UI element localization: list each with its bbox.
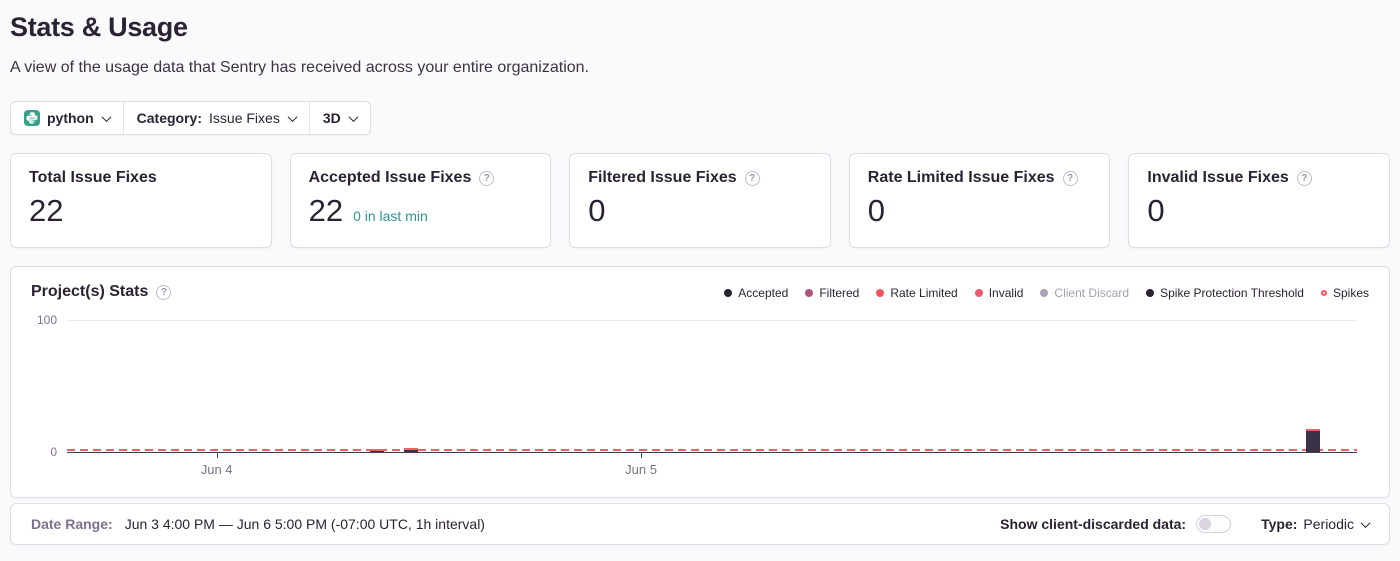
legend-item[interactable]: Filtered xyxy=(805,286,859,300)
stats-usage-page: Stats & Usage A view of the usage data t… xyxy=(0,0,1400,545)
help-icon[interactable] xyxy=(1063,171,1078,186)
stat-card-last-min: 0 in last min xyxy=(353,208,428,224)
x-axis-tick-mark xyxy=(217,453,218,458)
x-axis-tick-mark xyxy=(641,453,642,458)
legend-dot-icon xyxy=(1146,289,1154,297)
legend-label: Accepted xyxy=(738,286,788,300)
legend-label: Spikes xyxy=(1333,286,1369,300)
stat-card-value: 0 xyxy=(1147,194,1164,228)
stat-card-total: Total Issue Fixes 22 xyxy=(10,153,272,248)
stat-card-accepted: Accepted Issue Fixes 22 0 in last min xyxy=(290,153,552,248)
legend-item[interactable]: Accepted xyxy=(724,286,788,300)
stat-card-value: 22 xyxy=(29,194,63,228)
help-icon[interactable] xyxy=(156,285,171,300)
chart-title: Project(s) Stats xyxy=(31,283,148,301)
category-filter-dropdown[interactable]: Category: Issue Fixes xyxy=(124,102,310,134)
project-filter-label: python xyxy=(47,110,94,126)
legend-item[interactable]: Spikes xyxy=(1321,286,1369,300)
legend-label: Invalid xyxy=(989,286,1024,300)
legend-dot-icon xyxy=(724,289,732,297)
legend-dot-icon xyxy=(1040,289,1048,297)
stat-card-label: Total Issue Fixes xyxy=(29,169,157,187)
python-icon xyxy=(24,110,40,126)
plot-area[interactable]: 100 0 Jun 4Jun 5 xyxy=(67,320,1357,453)
help-icon[interactable] xyxy=(745,171,760,186)
legend-label: Client Discard xyxy=(1054,286,1129,300)
help-icon[interactable] xyxy=(1297,171,1312,186)
stat-card-label: Invalid Issue Fixes xyxy=(1147,169,1288,187)
x-axis-tick-label: Jun 4 xyxy=(201,462,233,477)
stat-card-invalid: Invalid Issue Fixes 0 xyxy=(1128,153,1390,248)
project-filter-dropdown[interactable]: python xyxy=(11,102,124,134)
x-axis-line xyxy=(67,452,1357,453)
legend-label: Filtered xyxy=(819,286,859,300)
category-filter-label: Category: xyxy=(137,110,202,126)
page-title: Stats & Usage xyxy=(10,12,1390,43)
date-range-filter-dropdown[interactable]: 3D xyxy=(310,102,370,134)
legend-dot-icon xyxy=(975,289,983,297)
spike-protection-threshold-line xyxy=(67,449,1357,451)
toggle-knob-icon xyxy=(1199,518,1211,530)
legend-label: Spike Protection Threshold xyxy=(1160,286,1304,300)
stat-card-label: Accepted Issue Fixes xyxy=(309,169,472,187)
chart-legend: Accepted Filtered Rate Limited Invalid Clien… xyxy=(724,286,1369,300)
legend-item[interactable]: Client Discard xyxy=(1040,286,1129,300)
client-discard-toggle[interactable] xyxy=(1196,515,1231,533)
x-axis-tick-label: Jun 5 xyxy=(625,462,657,477)
chevron-down-icon xyxy=(287,112,297,122)
stat-cards-row: Total Issue Fixes 22 Accepted Issue Fixe… xyxy=(10,153,1390,248)
legend-dot-icon xyxy=(1321,290,1327,296)
type-dropdown[interactable]: Type: Periodic xyxy=(1261,516,1369,532)
stat-card-value: 0 xyxy=(868,194,885,228)
stat-card-value: 0 xyxy=(588,194,605,228)
accepted-bar xyxy=(404,448,418,452)
stat-card-value: 22 xyxy=(309,194,343,228)
help-icon[interactable] xyxy=(479,171,494,186)
project-stats-chart-card: Project(s) Stats Accepted Filtered Rate Li… xyxy=(10,266,1390,498)
page-subtitle: A view of the usage data that Sentry has… xyxy=(10,59,1390,77)
date-range-label: Date Range: xyxy=(31,516,113,532)
filter-bar: python Category: Issue Fixes 3D xyxy=(10,101,371,135)
date-range-value: Jun 3 4:00 PM — Jun 6 5:00 PM (-07:00 UT… xyxy=(125,516,485,532)
category-filter-value: Issue Fixes xyxy=(209,110,280,126)
legend-item[interactable]: Rate Limited xyxy=(876,286,957,300)
chevron-down-icon xyxy=(1361,518,1371,528)
y-axis-tick-0: 0 xyxy=(50,445,57,459)
chevron-down-icon xyxy=(101,112,111,122)
y-axis-tick-100: 100 xyxy=(37,313,57,327)
legend-item[interactable]: Invalid xyxy=(975,286,1024,300)
stat-card-rate-limited: Rate Limited Issue Fixes 0 xyxy=(849,153,1111,248)
chevron-down-icon xyxy=(348,112,358,122)
accepted-bar xyxy=(370,449,384,452)
legend-label: Rate Limited xyxy=(890,286,957,300)
date-range-filter-value: 3D xyxy=(323,110,341,126)
stat-card-filtered: Filtered Issue Fixes 0 xyxy=(569,153,831,248)
type-label: Type: xyxy=(1261,516,1297,532)
accepted-bar xyxy=(1306,429,1320,452)
legend-dot-icon xyxy=(805,289,813,297)
stat-card-label: Rate Limited Issue Fixes xyxy=(868,169,1055,187)
type-value: Periodic xyxy=(1303,516,1354,532)
stat-card-label: Filtered Issue Fixes xyxy=(588,169,737,187)
legend-dot-icon xyxy=(876,289,884,297)
client-discard-toggle-label: Show client-discarded data: xyxy=(1000,516,1186,532)
legend-item[interactable]: Spike Protection Threshold xyxy=(1146,286,1304,300)
chart-footer-bar: Date Range: Jun 3 4:00 PM — Jun 6 5:00 P… xyxy=(10,503,1390,545)
gridline-100 xyxy=(67,320,1357,321)
